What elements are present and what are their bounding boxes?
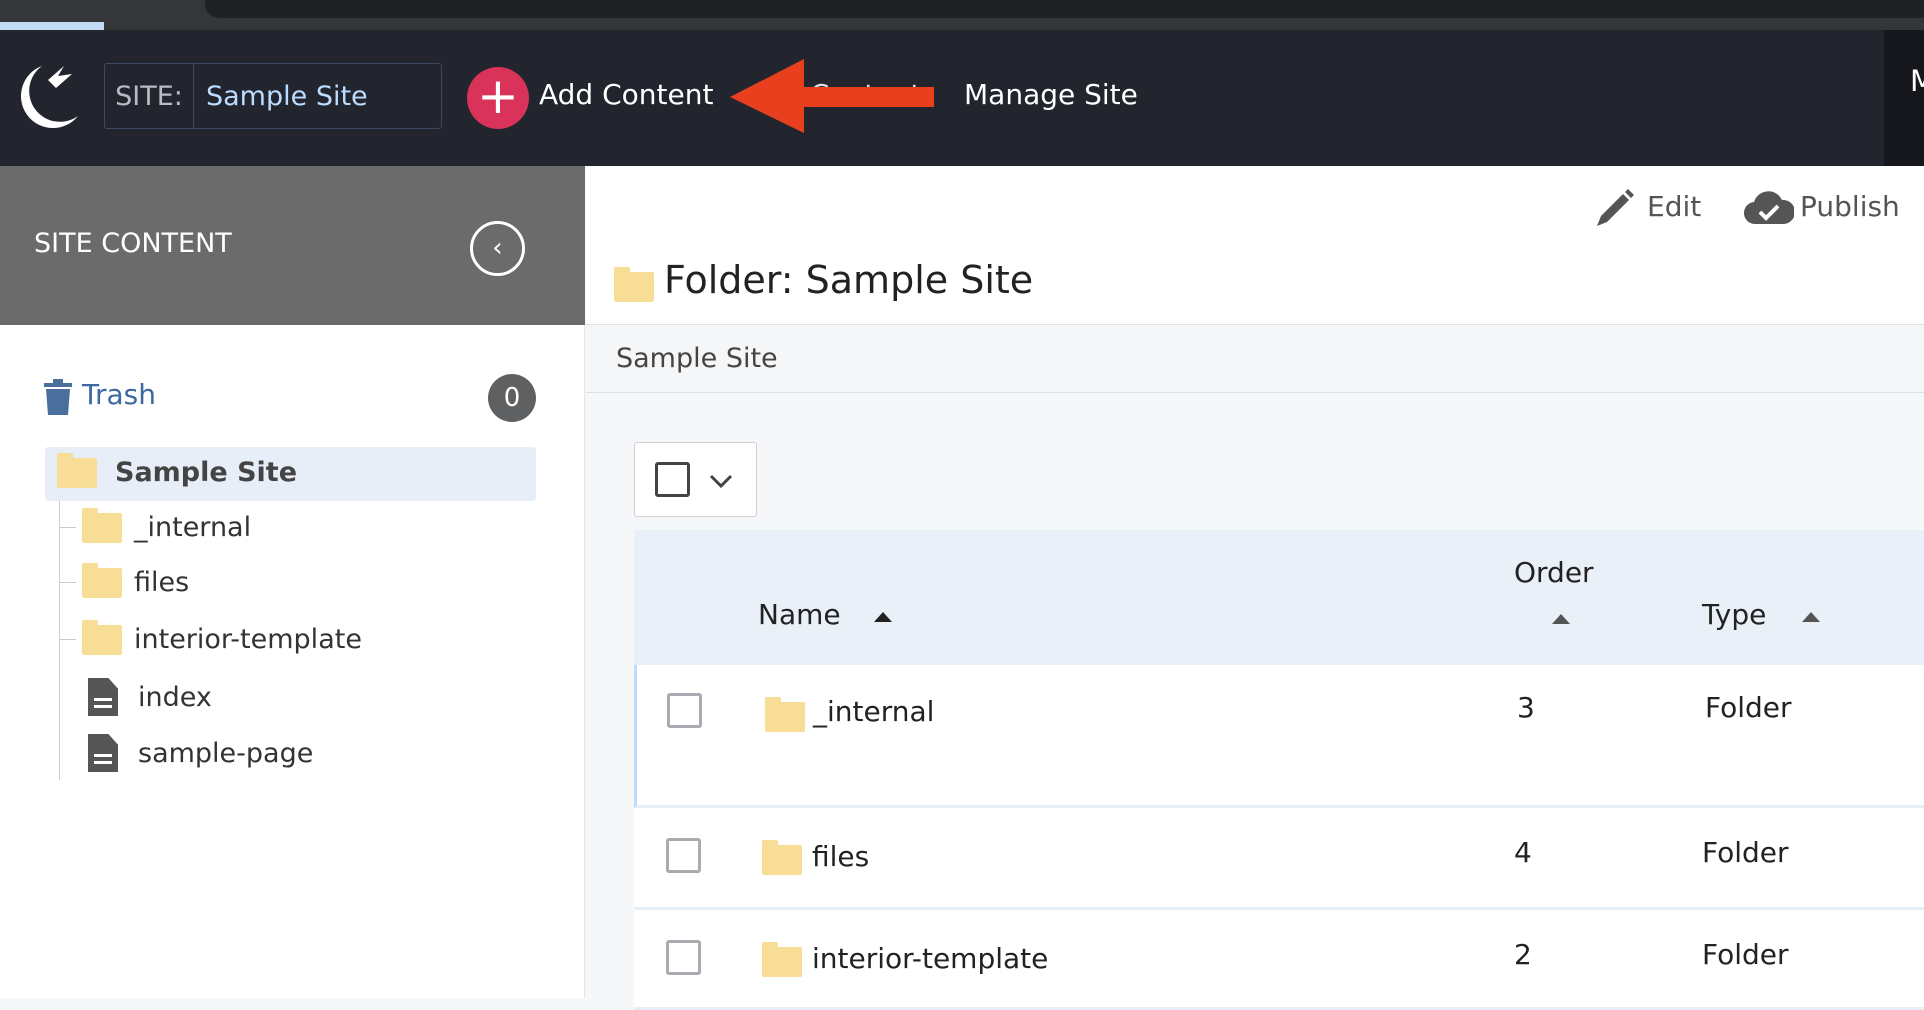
cloud-check-icon	[1744, 191, 1794, 225]
user-menu-label: M	[1910, 64, 1924, 98]
row-checkbox[interactable]	[666, 838, 701, 873]
document-icon	[88, 678, 118, 716]
table-row[interactable]: files 4 Folder	[634, 808, 1924, 910]
row-checkbox[interactable]	[666, 940, 701, 975]
folder-icon	[762, 840, 802, 875]
site-selector[interactable]: SITE: Sample Site	[104, 63, 442, 129]
site-label: SITE:	[105, 64, 194, 128]
bulk-select-dropdown[interactable]	[634, 442, 757, 517]
folder-icon	[765, 697, 805, 732]
tree-item-sample-site[interactable]: Sample Site	[57, 452, 298, 488]
row-name[interactable]: files	[812, 840, 869, 873]
breadcrumb: Sample Site	[586, 326, 1924, 393]
table-row[interactable]: _internal 3 Folder	[634, 665, 1924, 808]
add-content-plus-icon[interactable]: +	[467, 67, 529, 129]
sort-asc-icon[interactable]	[1802, 612, 1820, 622]
chevron-left-icon: ‹	[492, 233, 503, 263]
tree-item-label: interior-template	[134, 624, 362, 655]
folder-icon	[762, 942, 802, 977]
tree-item-label: _internal	[134, 512, 252, 543]
site-value: Sample Site	[206, 80, 368, 112]
column-header-name[interactable]: Name	[758, 598, 841, 631]
row-type: Folder	[1702, 938, 1789, 971]
tree-item-index[interactable]: index	[84, 678, 212, 716]
annotation-arrow-icon	[730, 59, 934, 133]
logo-icon	[20, 66, 78, 129]
tree-item-label: Sample Site	[115, 457, 298, 488]
edit-button[interactable]: Edit	[1647, 190, 1701, 223]
trash-link[interactable]: Trash	[82, 378, 156, 411]
sort-asc-icon[interactable]	[1552, 614, 1570, 624]
row-checkbox[interactable]	[667, 693, 702, 728]
collapse-sidebar-button[interactable]: ‹	[470, 221, 525, 276]
page-title: Folder: Sample Site	[664, 258, 1034, 302]
add-content-button[interactable]: Add Content	[539, 78, 713, 111]
column-header-order[interactable]: Order	[1514, 556, 1594, 589]
folder-icon	[82, 619, 122, 655]
row-order: 4	[1514, 836, 1532, 869]
folder-icon	[82, 562, 122, 598]
tree-item-interior-template[interactable]: interior-template	[60, 619, 362, 655]
folder-icon	[57, 452, 97, 488]
select-all-checkbox[interactable]	[655, 462, 690, 497]
tree-item-label: sample-page	[138, 737, 314, 769]
row-order: 2	[1514, 938, 1532, 971]
table-row[interactable]: interior-template 2 Folder	[634, 910, 1924, 1010]
chevron-down-icon	[709, 474, 733, 489]
folder-icon	[82, 507, 122, 543]
browser-tab[interactable]	[205, 0, 1924, 18]
sort-asc-icon[interactable]	[874, 612, 892, 622]
user-menu[interactable]: M	[1884, 30, 1924, 166]
manage-site-link[interactable]: Manage Site	[964, 78, 1138, 111]
tree-item-label: files	[134, 567, 190, 598]
table-header: Name Order Type	[634, 530, 1924, 665]
folder-icon	[614, 267, 654, 302]
tab-highlight	[0, 22, 104, 30]
tree-line	[59, 501, 60, 780]
column-header-type[interactable]: Type	[1702, 598, 1766, 631]
row-type: Folder	[1705, 691, 1792, 724]
row-type: Folder	[1702, 836, 1789, 869]
sidebar-title: SITE CONTENT	[34, 228, 232, 259]
document-icon	[88, 734, 118, 772]
tree-item-internal[interactable]: _internal	[60, 507, 252, 543]
row-name[interactable]: interior-template	[812, 942, 1048, 975]
tree-item-sample-page[interactable]: sample-page	[84, 734, 313, 772]
publish-button[interactable]: Publish	[1800, 190, 1900, 223]
tree-item-files[interactable]: files	[60, 562, 190, 598]
trash-icon	[44, 379, 72, 415]
pencil-icon	[1597, 189, 1634, 226]
row-name[interactable]: _internal	[813, 695, 934, 728]
row-order: 3	[1517, 691, 1535, 724]
breadcrumb-item[interactable]: Sample Site	[616, 343, 778, 374]
trash-count-badge: 0	[488, 374, 536, 422]
tree-item-label: index	[138, 681, 212, 713]
